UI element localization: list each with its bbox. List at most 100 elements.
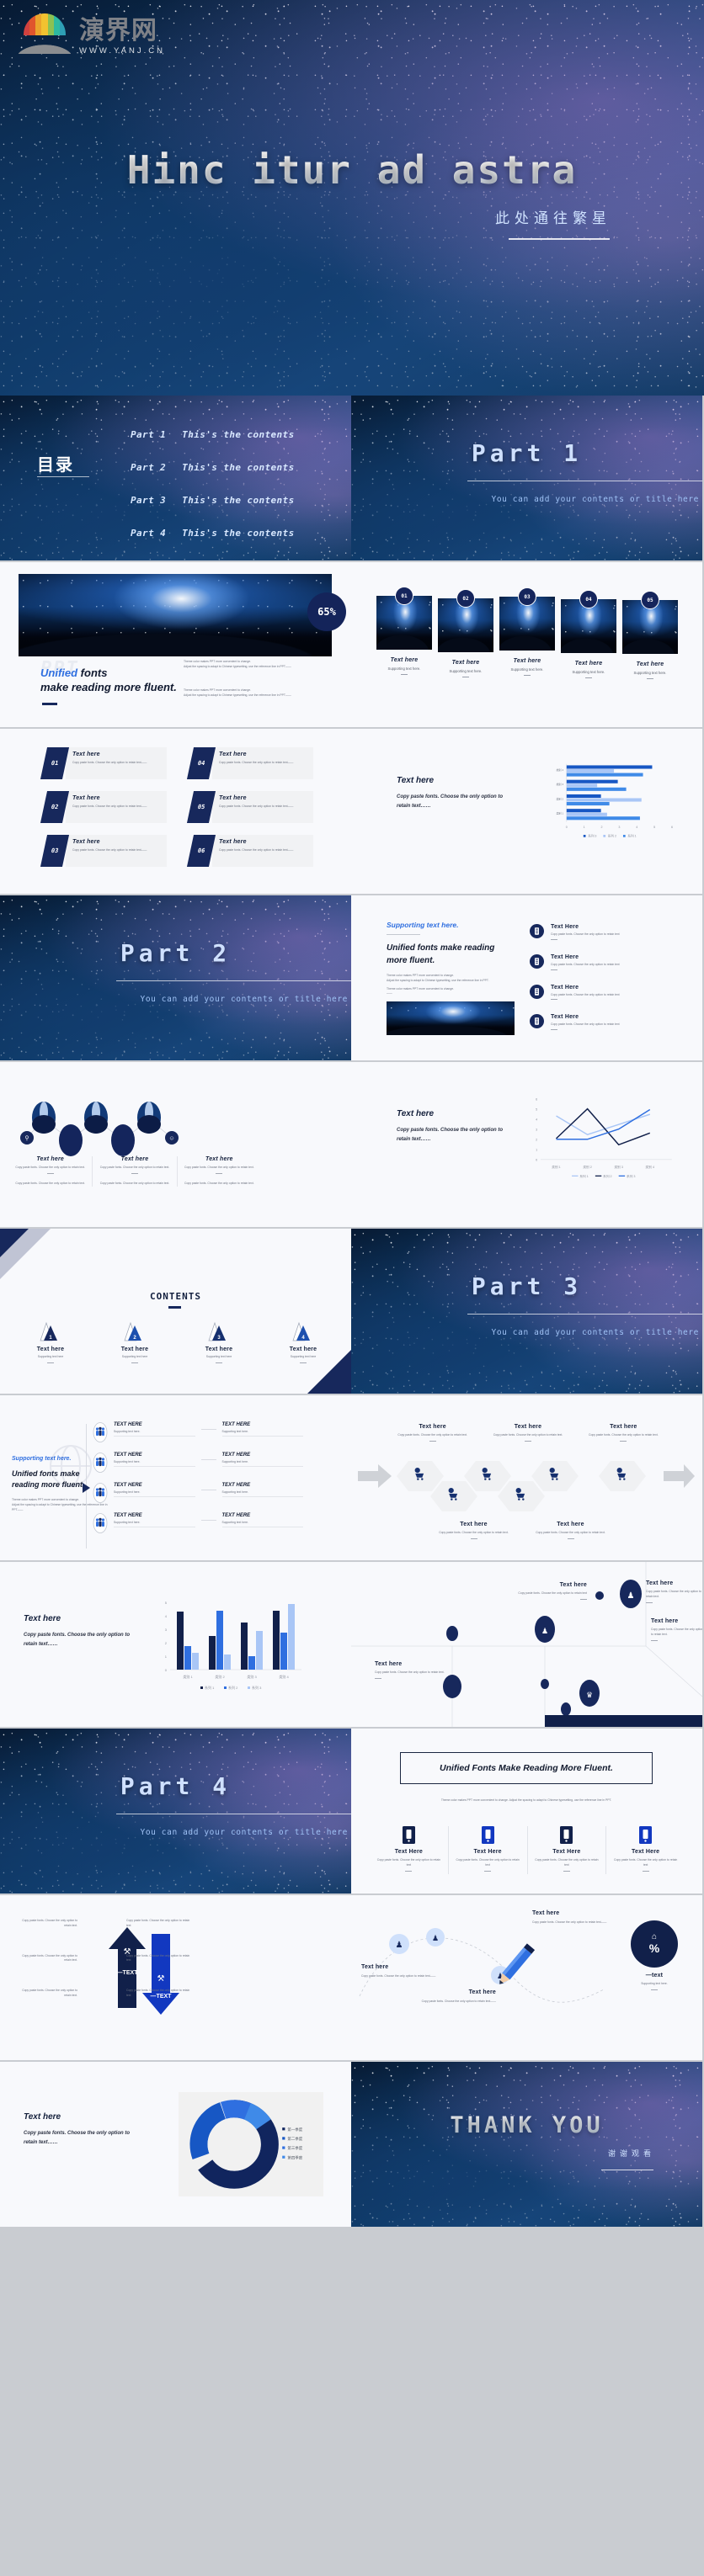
curve-title: Text here [532,1910,560,1916]
svg-text:系列 3: 系列 3 [627,1174,635,1178]
people-row[interactable]: TEXT HERE Supporting text here. TEXT HER… [93,1483,303,1503]
people-row[interactable]: TEXT HERE Supporting text here. TEXT HER… [93,1513,303,1533]
chevron-number: 03 [40,835,70,867]
curve-label[interactable]: Text here Copy paste fonts. Choose the o… [412,1989,496,2005]
card-item[interactable]: 03 Text here Supporting text here. [499,587,555,679]
horizontal-bar-chart: 类别 4 类别 3 类别 2 类别 1 012 345 6 系列 3 系列 2 … [556,763,673,838]
chevron-number: 01 [40,747,70,779]
supporting-paragraph: —— [387,991,392,996]
contents-heading: CONTENTS [150,1291,201,1302]
contents-item[interactable]: 1 Text here Supporting text here [8,1321,93,1366]
zigzag-column[interactable]: Text here Copy paste fonts. Choose the o… [8,1156,93,1187]
node-label[interactable]: Text here Copy paste fonts. Choose the o… [651,1618,702,1641]
people-row-title: TEXT HERE [114,1513,142,1518]
chevron-grid: 01 Text here Copy paste fonts. Choose th… [40,747,313,867]
linechart-body: Copy paste fonts. Choose the only option… [397,1128,503,1143]
card-number-badge: 01 [395,587,413,605]
linechart-text-block: Text here Copy paste fonts. Choose the o… [397,1109,515,1145]
arrow-paragraph: Copy paste fonts. Choose the only option… [22,1919,77,1927]
svg-text:0: 0 [566,826,568,829]
slide-divider-part4: Part 4 You can add your contents or titl… [0,1729,351,1893]
node-title: Text here [375,1661,403,1667]
banner-items: Text Here Copy paste fonts. Choose the o… [370,1826,685,1874]
donut-chart: 第一季度 第二季度 第三季度 第四季度 [189,2100,303,2189]
contents-item[interactable]: 2 Text here Supporting text here [93,1321,177,1366]
chevron-item[interactable]: 02 Text here Copy paste fonts. Choose th… [40,791,167,823]
hex-title: Text here [514,1424,542,1430]
mobile-icon [402,1826,415,1844]
card-title: Text here [636,661,664,667]
toc-item[interactable]: Part 1 This's the contents [131,429,295,440]
banner-box: Unified Fonts Make Reading More Fluent. [400,1752,653,1784]
svg-text:类别 3: 类别 3 [614,1165,622,1169]
zigzag-column[interactable]: Text here Copy paste fonts. Choose the o… [178,1156,261,1187]
contents-item-title: Text here [120,1346,149,1352]
contents-item-title: Text here [205,1346,233,1352]
banner-item[interactable]: Text Here Copy paste fonts. Choose the o… [528,1826,607,1874]
slide-donut-chart: Text here Copy paste fonts. Choose the o… [0,2062,351,2227]
svg-text:第二季度: 第二季度 [287,2136,302,2142]
part-title: Part 4 [120,1772,232,1800]
chevron-item[interactable]: 03 Text here Copy paste fonts. Choose th… [40,835,167,867]
people-row[interactable]: TEXT HERE Supporting text here. TEXT HER… [93,1453,303,1473]
toc-list: Part 1 This's the contents Part 2 This's… [131,429,295,560]
people-row[interactable]: TEXT HERE Supporting text here. TEXT HER… [93,1422,303,1442]
contents-item-sub: Supporting text here [205,1355,232,1358]
people-icon [93,1422,108,1442]
contents-item[interactable]: 3 Text here Supporting text here [177,1321,261,1366]
barchart-text-block: Text here Copy paste fonts. Choose the o… [397,776,515,812]
arrow-paragraph: Copy paste fonts. Choose the only option… [126,1953,190,1963]
chevron-item[interactable]: 05 Text here Copy paste fonts. Choose th… [186,791,313,823]
list-item[interactable]: Text Here Copy paste fonts. Choose the o… [530,924,681,940]
toc-item[interactable]: Part 3 This's the contents [131,495,295,506]
chevron-item[interactable]: 06 Text here Copy paste fonts. Choose th… [186,835,313,867]
card-subtitle: Supporting text here. [449,669,483,673]
people-row-title: TEXT HERE [221,1513,251,1518]
chevron-item[interactable]: 04 Text here Copy paste fonts. Choose th… [186,747,313,779]
hex-title: Text here [610,1424,637,1430]
card-item[interactable]: 04 Text here Supporting text here. [561,590,616,679]
toc-item[interactable]: Part 2 This's the contents [131,462,295,473]
list-item[interactable]: Text Here Copy paste fonts. Choose the o… [530,1014,681,1031]
list-item[interactable]: Text Here Copy paste fonts. Choose the o… [530,984,681,1001]
card-subtitle: Supporting text here. [633,671,667,675]
node-label[interactable]: Text here Copy paste fonts. Choose the o… [375,1661,451,1679]
hex-top-labels: Text here Copy paste fonts. Choose the o… [385,1424,671,1444]
list-item-title: Text Here [551,1014,579,1021]
list-item[interactable]: Text Here Copy paste fonts. Choose the o… [530,953,681,970]
banner-item-body: Copy paste fonts. Choose the only option… [376,1858,440,1867]
svg-text:类别 3: 类别 3 [247,1674,257,1679]
list-item-body: Copy paste fonts. Choose the only option… [551,932,620,936]
hero-paragraph: Adjust the spacing to adapt to Chinese t… [184,664,291,668]
hex-label: Text here Copy paste fonts. Choose the o… [576,1424,671,1444]
svg-text:第一季度: 第一季度 [287,2127,302,2133]
banner-item[interactable]: Text Here Copy paste fonts. Choose the o… [606,1826,685,1874]
node-label[interactable]: Text here Copy paste fonts. Choose the o… [646,1580,702,1603]
svg-text:⌂: ⌂ [652,1932,657,1941]
node-label[interactable]: Text here Copy paste fonts. Choose the o… [511,1582,587,1600]
mobile-icon [560,1826,573,1844]
zigzag-body: Copy paste fonts. Choose the only option… [99,1181,170,1185]
curve-label[interactable]: Text here Copy paste fonts. Choose the o… [361,1964,441,1979]
banner-item-title: Text Here [473,1849,502,1855]
svg-text:5: 5 [165,1601,168,1605]
card-number-badge: 04 [579,590,598,608]
toc-item[interactable]: Part 4 This's the contents [131,528,295,539]
hex-title: Text here [460,1522,488,1527]
banner-item[interactable]: Text Here Copy paste fonts. Choose the o… [370,1826,449,1874]
zigzag-body: Copy paste fonts. Choose the only option… [99,1166,170,1169]
card-item[interactable]: 01 Text here Supporting text here. [376,587,432,679]
zigzag-column[interactable]: Text here Copy paste fonts. Choose the o… [93,1156,178,1187]
hero-paragraph: Adjust the spacing to adapt to Chinese t… [184,693,291,697]
chevron-item[interactable]: 01 Text here Copy paste fonts. Choose th… [40,747,167,779]
curve-label[interactable]: Text here Copy paste fonts. Choose the o… [532,1910,615,1925]
cover-divider [509,238,610,240]
card-item[interactable]: 02 Text here Supporting text here. [438,589,493,679]
card-item[interactable]: 05 Text here Supporting text here. [622,591,678,680]
svg-text:类别 2: 类别 2 [215,1674,225,1679]
percent-badge: 65% [307,592,346,631]
banner-item[interactable]: Text Here Copy paste fonts. Choose the o… [449,1826,528,1874]
toc-heading: 目录 [37,456,74,475]
people-row-sub: Supporting text here. [114,1490,141,1494]
card-title: Text here [390,657,419,663]
